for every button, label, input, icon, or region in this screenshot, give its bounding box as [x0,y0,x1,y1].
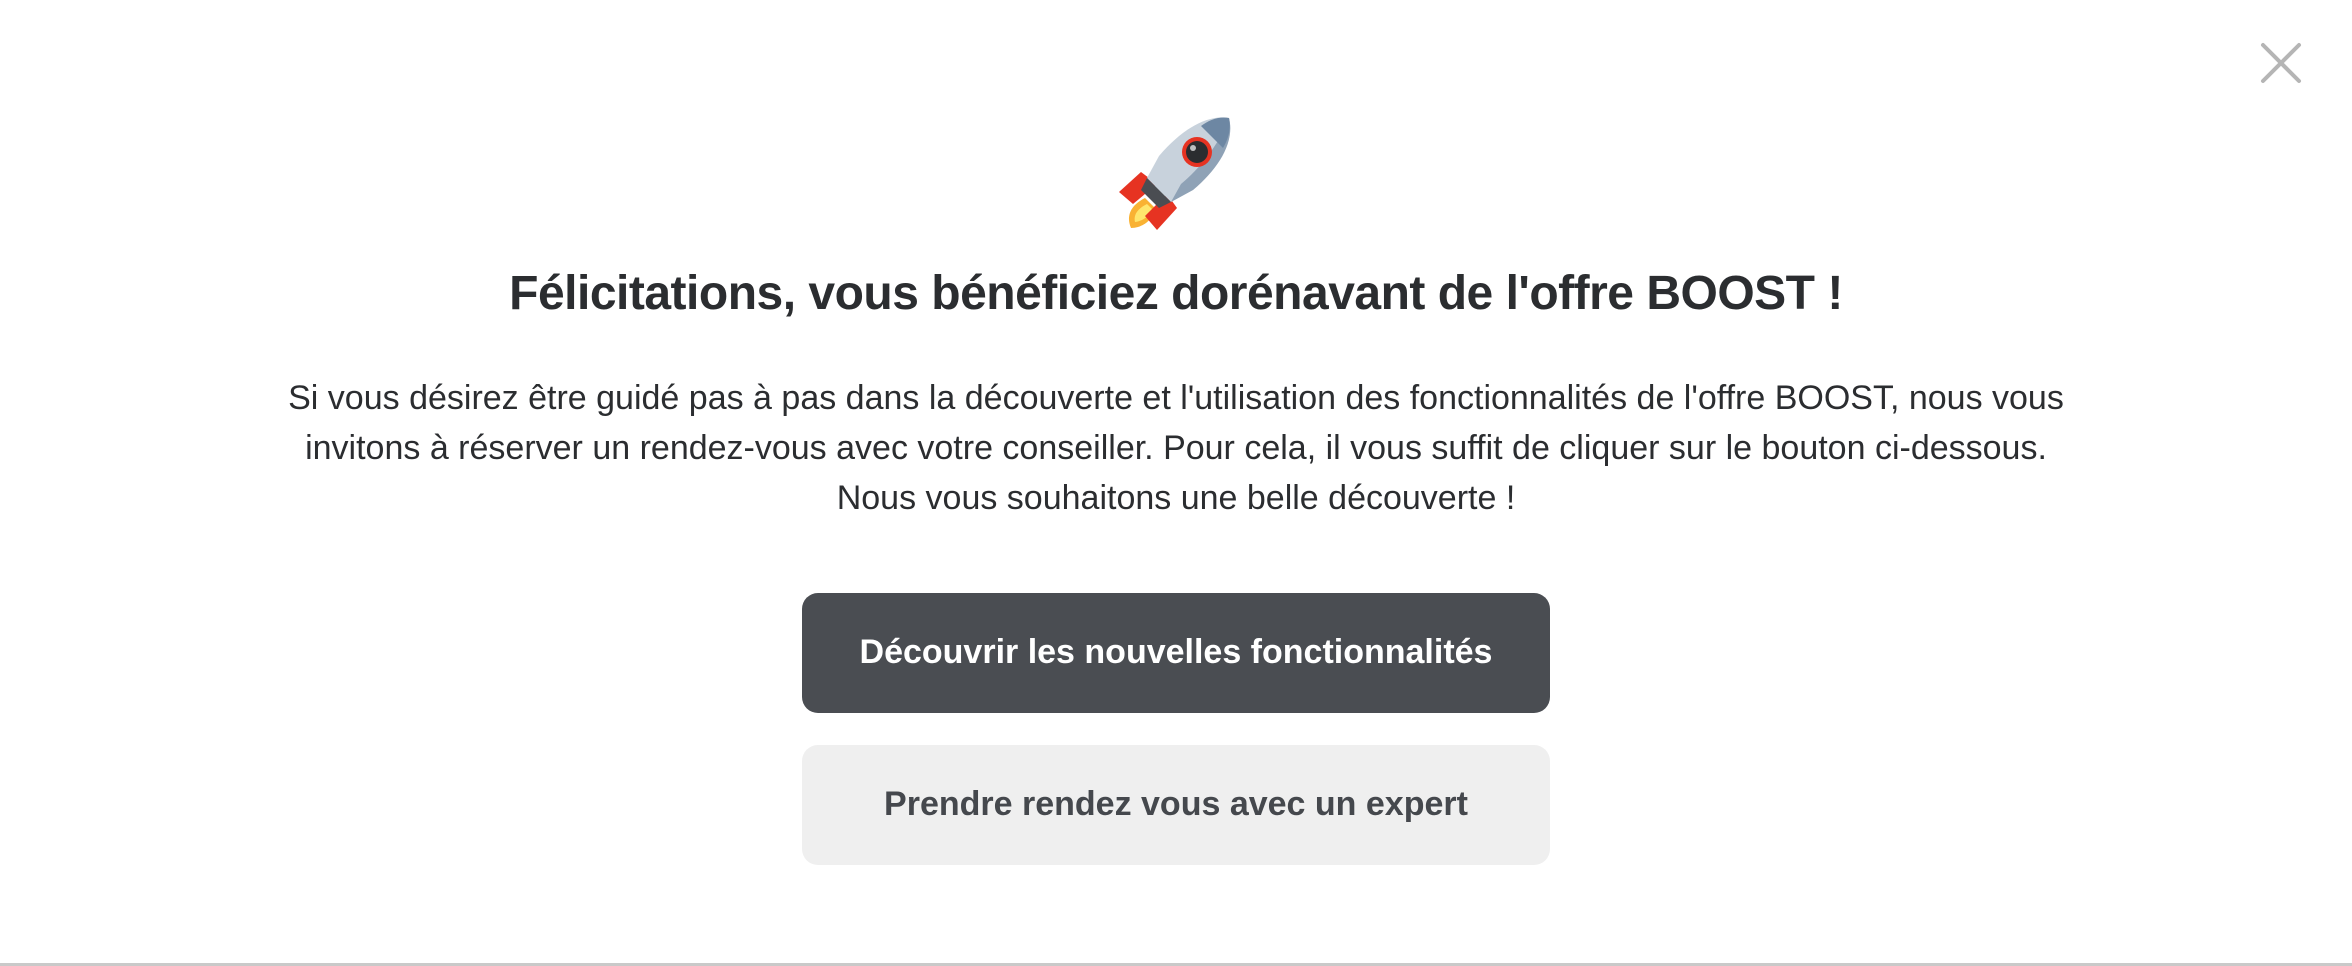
description-line: Nous vous souhaitons une belle découvert… [836,478,1516,517]
boost-offer-modal: Félicitations, vous bénéficiez dorénavan… [0,0,2352,966]
modal-content: Félicitations, vous bénéficiez dorénavan… [0,0,2352,865]
modal-description: Si vous désirez être guidé pas à pas dan… [226,373,2126,523]
discover-features-button[interactable]: Découvrir les nouvelles fonctionnalités [802,592,1550,713]
description-line: invitons à réserver un rendez-vous avec … [305,428,2047,467]
rocket-icon [1111,110,1241,235]
description-line: Si vous désirez être guidé pas à pas dan… [288,378,2064,417]
book-expert-appointment-button[interactable]: Prendre rendez vous avec un expert [802,744,1550,865]
modal-title: Félicitations, vous bénéficiez dorénavan… [509,267,1843,320]
